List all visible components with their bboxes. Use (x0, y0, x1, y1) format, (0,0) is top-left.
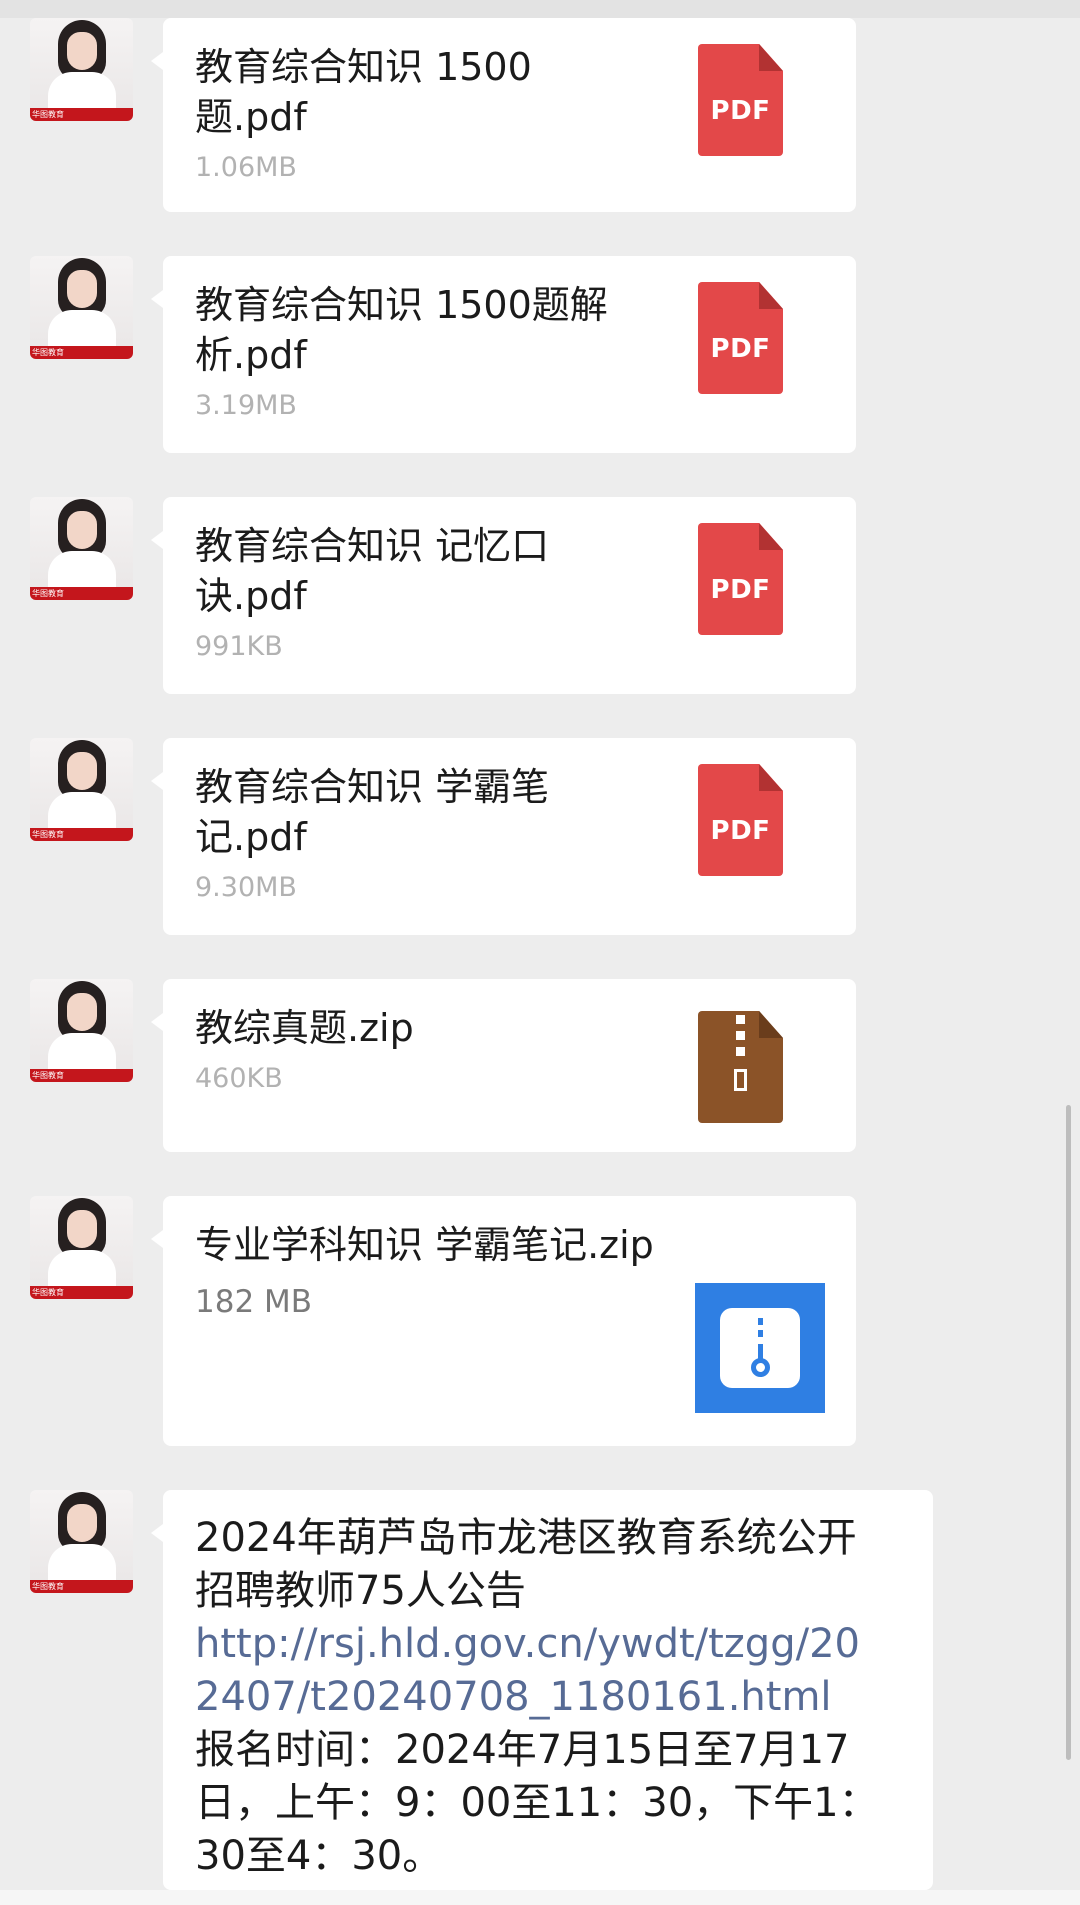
sender-avatar[interactable]: 华图教育 (30, 1490, 133, 1593)
message-body: 2024年葫芦岛市龙港区教育系统公开招聘教师75人公告 http://rsj.h… (195, 1512, 885, 1883)
file-card[interactable]: 教育综合知识 记忆口诀.pdf 991KB PDF (151, 497, 856, 694)
pdf-file-icon: PDF (698, 282, 783, 394)
avatar-logo: 华图教育 (32, 1071, 64, 1080)
pdf-file-icon: PDF (698, 44, 783, 156)
avatar-logo: 华图教育 (32, 1582, 64, 1591)
sender-avatar[interactable]: 华图教育 (30, 979, 133, 1082)
zip-file-icon (698, 1011, 783, 1123)
avatar-logo: 华图教育 (32, 589, 64, 598)
pdf-file-icon: PDF (698, 764, 783, 876)
file-size: 3.19MB (195, 390, 297, 421)
sender-avatar[interactable]: 华图教育 (30, 1196, 133, 1299)
scrollbar[interactable] (1066, 1105, 1071, 1760)
file-name: 专业学科知识 学霸笔记.zip (195, 1223, 654, 1267)
avatar-logo: 华图教育 (32, 348, 64, 357)
message-text: 2024年葫芦岛市龙港区教育系统公开招聘教师75人公告 (195, 1515, 857, 1614)
file-size: 182 MB (195, 1284, 313, 1320)
message-text: 报名时间：2024年7月15日至7月17日，上午：9：00至11：30，下午1：… (195, 1727, 879, 1879)
file-name: 教育综合知识 1500题解析.pdf (195, 283, 608, 377)
file-card[interactable]: 教综真题.zip 460KB (151, 979, 856, 1152)
file-card[interactable]: 专业学科知识 学霸笔记.zip 182 MB (151, 1196, 856, 1446)
file-name: 教育综合知识 记忆口诀.pdf (195, 524, 550, 618)
sender-avatar[interactable]: 华图教育 (30, 497, 133, 600)
file-size: 9.30MB (195, 872, 297, 903)
file-card[interactable]: 教育综合知识 1500题解析.pdf 3.19MB PDF (151, 256, 856, 453)
text-bubble[interactable]: 2024年葫芦岛市龙港区教育系统公开招聘教师75人公告 http://rsj.h… (151, 1490, 933, 1890)
avatar-logo: 华图教育 (32, 830, 64, 839)
file-card[interactable]: 教育综合知识 1500题.pdf 1.06MB PDF (151, 18, 856, 212)
file-size: 460KB (195, 1063, 283, 1094)
zip-archive-icon (695, 1283, 825, 1413)
avatar-logo: 华图教育 (32, 1288, 64, 1297)
file-size: 1.06MB (195, 152, 297, 183)
file-size: 991KB (195, 631, 283, 662)
pdf-file-icon: PDF (698, 523, 783, 635)
sender-avatar[interactable]: 华图教育 (30, 256, 133, 359)
file-name: 教综真题.zip (195, 1006, 414, 1050)
message-link[interactable]: http://rsj.hld.gov.cn/ywdt/tzgg/202407/t… (195, 1618, 885, 1724)
file-name: 教育综合知识 1500题.pdf (195, 45, 532, 139)
file-name: 教育综合知识 学霸笔记.pdf (195, 765, 550, 859)
sender-avatar[interactable]: 华图教育 (30, 738, 133, 841)
file-card[interactable]: 教育综合知识 学霸笔记.pdf 9.30MB PDF (151, 738, 856, 935)
top-edge (0, 0, 1080, 18)
avatar-logo: 华图教育 (32, 110, 64, 119)
sender-avatar[interactable]: 华图教育 (30, 18, 133, 121)
bottom-edge (0, 1890, 1080, 1905)
